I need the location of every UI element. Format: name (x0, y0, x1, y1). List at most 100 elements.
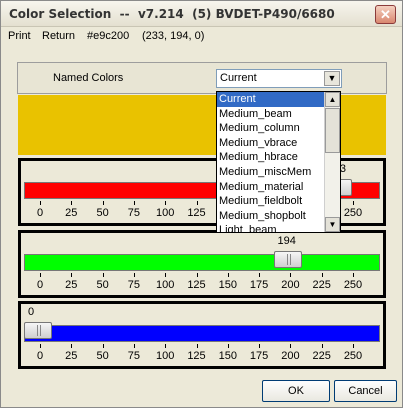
tick-mark (290, 273, 292, 277)
tick-label: 175 (249, 350, 269, 362)
blue-value: 0 (28, 306, 35, 318)
dropdown-option[interactable]: Current (217, 92, 340, 107)
tick-label: 250 (343, 350, 363, 362)
tick-label: 50 (96, 207, 109, 219)
named-colors-label: Named Colors (53, 72, 124, 84)
blue-slider-thumb[interactable] (24, 322, 52, 339)
dropdown-option[interactable]: Light_beam (217, 223, 340, 232)
named-colors-dropdown[interactable]: Current ▼ (216, 69, 342, 88)
tick-mark (165, 273, 167, 277)
green-value: 194 (277, 235, 296, 247)
named-colors-row: Named Colors Current ▼ (17, 62, 387, 94)
tick-mark (71, 344, 73, 348)
tick-mark (321, 273, 323, 277)
tick-label: 225 (312, 350, 331, 362)
tick-label: 200 (281, 279, 300, 291)
green-ticks: 0 25 50 75 100 125 150 175 200 225 250 (21, 273, 383, 291)
tick-label: 25 (65, 350, 78, 362)
dropdown-option[interactable]: Medium_material (217, 180, 340, 195)
green-slider-track[interactable] (24, 254, 380, 271)
tick-mark (353, 273, 354, 277)
tick-mark (40, 201, 41, 205)
named-colors-list[interactable]: Current Medium_beam Medium_column Medium_vb… (216, 91, 341, 233)
hex-value: #e9c200 (87, 30, 130, 42)
dropdown-option[interactable]: Medium_column (217, 121, 340, 136)
tick-mark (40, 273, 41, 277)
tick-mark (102, 344, 104, 348)
tick-mark (196, 201, 198, 205)
tick-mark (40, 344, 41, 348)
tick-label: 75 (127, 350, 141, 362)
ok-button[interactable]: OK (262, 380, 330, 402)
rgb-value: (233, 194, 0) (142, 30, 205, 42)
close-button[interactable]: ✕ (375, 5, 396, 24)
tick-label: 0 (36, 207, 44, 219)
scroll-up-icon[interactable]: ▲ (325, 92, 340, 107)
dropdown-option[interactable]: Medium_miscMem (217, 165, 340, 180)
tick-mark (290, 344, 292, 348)
tick-mark (353, 344, 354, 348)
tick-label: 50 (96, 350, 109, 362)
title-bar[interactable]: Color Selection -- v7.214 (5) BVDET-P490… (1, 1, 402, 27)
tick-mark (165, 344, 167, 348)
green-slider-box: 194 0 25 50 75 100 125 150 175 200 225 250 (18, 230, 386, 298)
window-title: Color Selection -- v7.214 (5) BVDET-P490… (9, 7, 335, 21)
dropdown-option[interactable]: Medium_hbrace (217, 150, 340, 165)
cancel-button[interactable]: Cancel (334, 380, 397, 402)
blue-slider-track[interactable] (24, 325, 380, 342)
tick-mark (133, 344, 135, 348)
tick-label: 200 (281, 350, 300, 362)
dropdown-option[interactable]: Medium_fieldbolt (217, 194, 340, 209)
dropdown-option[interactable]: Medium_vbrace (217, 136, 340, 151)
scroll-down-icon[interactable]: ▼ (325, 217, 340, 232)
tick-mark (71, 273, 73, 277)
tick-label: 125 (187, 207, 206, 219)
tick-mark (227, 344, 229, 348)
tick-mark (227, 273, 229, 277)
tick-label: 250 (343, 279, 363, 291)
tick-mark (259, 273, 261, 277)
tick-label: 175 (249, 279, 269, 291)
green-value-label: 194 (21, 235, 383, 249)
tick-label: 50 (96, 279, 109, 291)
tick-mark (102, 201, 104, 205)
tick-label: 100 (156, 279, 175, 291)
tick-mark (165, 201, 167, 205)
tick-label: 100 (156, 207, 175, 219)
tick-label: 100 (156, 350, 175, 362)
tick-mark (196, 344, 198, 348)
named-colors-options: Current Medium_beam Medium_column Medium_vb… (217, 92, 340, 232)
tick-label: 25 (65, 279, 78, 291)
tick-mark (102, 273, 104, 277)
color-selection-window: Color Selection -- v7.214 (5) BVDET-P490… (0, 0, 403, 408)
tick-mark (71, 201, 73, 205)
tick-label: 25 (65, 207, 78, 219)
menu-bar: Print Return #e9c200 (233, 194, 0) (1, 28, 402, 46)
green-slider-thumb[interactable] (273, 251, 302, 268)
tick-mark (196, 273, 198, 277)
dropdown-value: Current (220, 72, 257, 84)
tick-mark (353, 201, 354, 205)
tick-label: 75 (127, 279, 141, 291)
list-scrollbar[interactable]: ▲ ▼ (324, 92, 340, 232)
menu-return[interactable]: Return (42, 30, 75, 42)
blue-ticks: 0 25 50 75 100 125 150 175 200 225 250 (21, 344, 383, 362)
tick-label: 125 (187, 279, 206, 291)
scrollbar-thumb[interactable] (325, 108, 340, 153)
tick-label: 75 (127, 207, 141, 219)
menu-print[interactable]: Print (8, 30, 31, 42)
chevron-down-icon[interactable]: ▼ (324, 71, 340, 86)
blue-slider-box: 0 0 25 50 75 100 125 150 175 200 225 250 (18, 301, 386, 369)
tick-label: 150 (218, 279, 237, 291)
blue-value-label: 0 (21, 306, 383, 320)
tick-label: 0 (36, 350, 44, 362)
tick-mark (321, 344, 323, 348)
tick-label: 250 (343, 207, 363, 219)
tick-label: 225 (312, 279, 331, 291)
dropdown-option[interactable]: Medium_shopbolt (217, 209, 340, 224)
tick-mark (133, 201, 135, 205)
dropdown-option[interactable]: Medium_beam (217, 107, 340, 122)
tick-mark (133, 273, 135, 277)
tick-label: 0 (36, 279, 44, 291)
tick-label: 125 (187, 350, 206, 362)
